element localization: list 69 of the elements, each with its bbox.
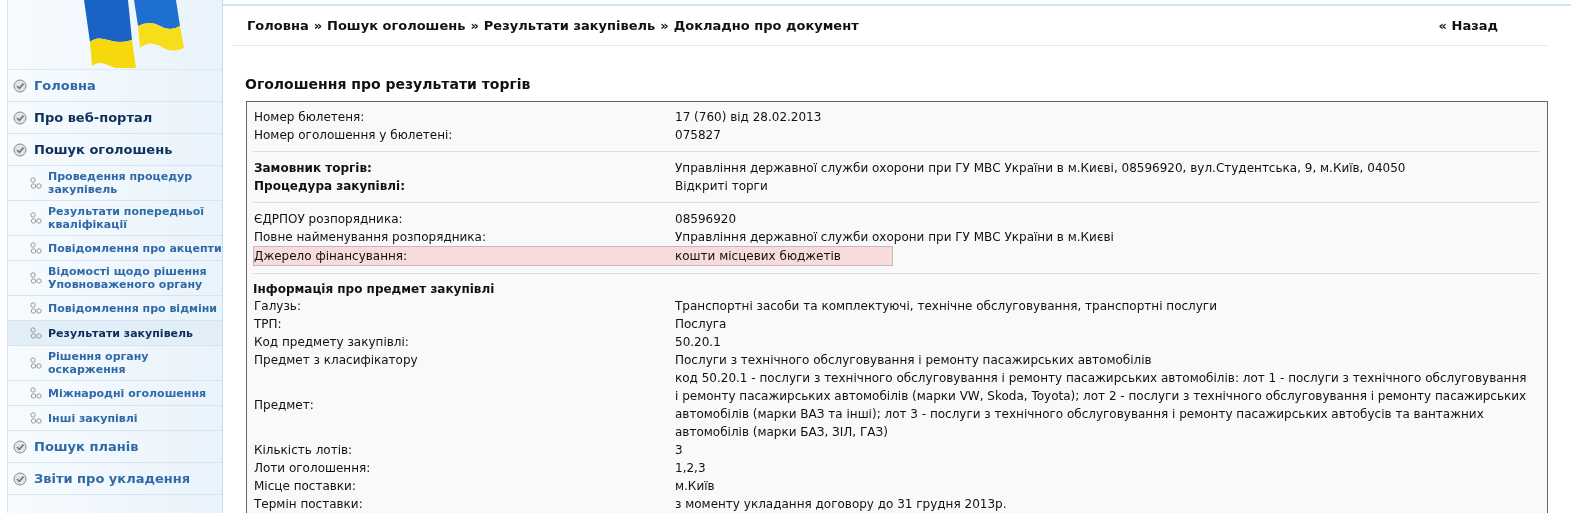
field-label: Предмет: [254,397,315,414]
sidebar-subitem[interactable]: Повідомлення про акцепти [8,236,222,261]
field-value: 08596920 [675,211,738,228]
sidebar-subitem[interactable]: Міжнародні оголошення [8,381,222,406]
breadcrumb-link[interactable]: Докладно про документ [673,18,859,33]
field-label: Процедура закупівлі: [254,178,407,195]
breadcrumb-link[interactable]: Головна [247,18,309,33]
field-label: Галузь: [254,298,302,315]
field-value: м.Київ [675,478,716,495]
breadcrumb-link[interactable]: Пошук оголошень [327,18,466,33]
field-value: код 50.20.1 - послуги з технічного обслуговування і ремонту пасажирських автомобілів: лот 1 - послуги з технічного обслуговування і ремонту пасажирських автомобілів (марки VW, Skoda, Toyota); лот 2 - послуги з технічного обслуговування і ремонту пасажирських автомобілів (марки ВАЗ та інші); лот 3 - послуги з технічного обслуговування і ремонту пасажирських автобусів та вантажних автомобілів (марки БАЗ, ЗІЛ, ГАЗ) [675,370,1528,441]
field-label: ЄДРПОУ розпорядника: [254,211,404,228]
field-value: Управління державної служби охорони при ГУ МВС України в м.Києві, 08596920, вул.Студентська, 9, м.Київ, 04050 [675,160,1407,177]
link-icon [30,242,42,254]
field-label: Термін поставки: [254,496,364,513]
check-circle-icon [13,110,27,125]
breadcrumb-separator: » [660,18,669,33]
field-value: 17 (760) від 28.02.2013 [675,109,823,126]
sidebar-item[interactable]: Звіти про укладення [8,463,222,495]
field-value: 50.20.1 [675,334,722,351]
field-label: Номер бюлетеня: [254,109,366,126]
link-icon [30,272,42,284]
sidebar-item[interactable]: Про веб-портал [8,102,222,134]
sidebar-item[interactable]: Пошук оголошень [8,134,222,166]
field-value: Відкриті торги [675,178,769,195]
link-icon [30,357,42,369]
field-label: Замовник торгів: [254,160,373,177]
link-icon [30,302,42,314]
field-value: Послуга [675,316,728,333]
field-label: Предмет з класифікатору [254,352,419,369]
link-icon [30,212,42,224]
sidebar-subitem[interactable]: Відомості щодо рішення Уповноваженого органу [8,261,222,296]
check-circle-icon [13,439,27,454]
field-label: Місце поставки: [254,478,357,495]
field-value: кошти місцевих бюджетів [675,248,842,265]
section-heading: Інформація про предмет закупівлі [253,281,496,297]
field-value: Транспортні засоби та комплектуючі, технічне обслуговування, транспортні послуги [675,298,1218,315]
field-value: Управління державної служби охорони при ГУ МВС України в м.Києві [675,229,1115,246]
sidebar-subitem[interactable]: Інші закупівлі [8,406,222,431]
field-label: ТРП: [254,316,283,333]
breadcrumb-separator: » [313,18,323,33]
sidebar-item[interactable]: Пошук планів [8,431,222,463]
field-label: Кількість лотів: [254,442,354,459]
field-label: Повне найменування розпорядника: [254,229,487,246]
link-icon [30,177,42,189]
field-label: Лоти оголошення: [254,460,372,477]
sidebar-subitem[interactable]: Результати закупівель [8,321,222,346]
back-link[interactable]: « Назад [1438,18,1498,33]
check-circle-icon [13,142,27,157]
sidebar-subitem[interactable]: Результати попередньої кваліфікації [8,201,222,236]
sidebar-subitem[interactable]: Проведення процедур закупівель [8,166,222,201]
field-label: Джерело фінансування: [254,248,409,265]
sidebar-item[interactable]: Головна [8,70,222,102]
link-icon [30,387,42,399]
field-label: Номер оголошення у бюлетені: [254,127,454,144]
field-value: 1,2,3 [675,460,707,477]
field-value: з моменту укладання договору до 31 грудня 2013р. [675,496,1008,513]
check-circle-icon [13,78,27,93]
breadcrumb-link[interactable]: Результати закупівель [483,18,656,33]
sidebar-subitem[interactable]: Рішення органу оскарження [8,346,222,381]
link-icon [30,412,42,424]
link-icon [30,327,42,339]
field-label: Код предмету закупівлі: [254,334,410,351]
field-value: 3 [675,442,684,459]
field-value: 075827 [675,127,722,144]
breadcrumb-separator: » [470,18,479,33]
field-value: Послуги з технічного обслуговування і ремонту пасажирських автомобілів [675,352,1153,369]
page-title: Оголошення про результати торгів [245,76,532,92]
check-circle-icon [13,471,27,486]
